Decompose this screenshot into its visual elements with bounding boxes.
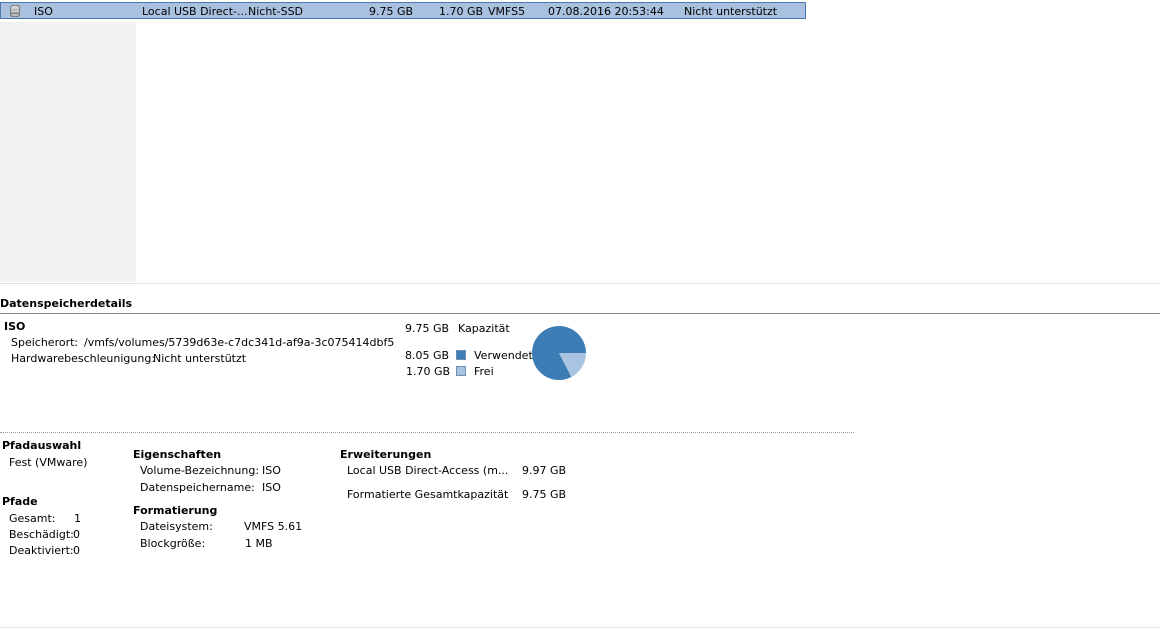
row-type: VMFS5 xyxy=(488,5,526,18)
paths-disabled-label: Deaktiviert: xyxy=(9,544,74,557)
extent-total-value: 9.75 GB xyxy=(522,488,567,501)
blocksize-value: 1 MB xyxy=(245,537,273,550)
datastore-icon xyxy=(10,5,20,17)
legend-used-swatch xyxy=(456,350,466,360)
row-name: ISO xyxy=(34,5,53,18)
capacity-pie-chart xyxy=(532,326,586,380)
row-device: Local USB Direct-... xyxy=(142,5,248,18)
capacity-total-value: 9.75 GB xyxy=(405,322,450,335)
legend-free-swatch xyxy=(456,366,466,376)
paths-title: Pfade xyxy=(2,495,38,508)
paths-broken-label: Beschädigt: xyxy=(9,528,74,541)
capacity-used-value: 8.05 GB xyxy=(405,349,450,362)
datastore-row[interactable]: ISO Local USB Direct-... Nicht-SSD 9.75 … xyxy=(0,2,806,19)
ds-name-value: ISO xyxy=(262,481,281,494)
capacity-used-label: Verwendet xyxy=(474,349,533,362)
properties-title: Eigenschaften xyxy=(133,448,222,461)
details-title: Datenspeicherdetails xyxy=(0,297,133,310)
section-separator xyxy=(0,432,854,433)
path-selection-value: Fest (VMware) xyxy=(9,456,88,469)
capacity-free-value: 1.70 GB xyxy=(406,365,451,378)
details-divider xyxy=(0,313,1160,314)
row-drive-type: Nicht-SSD xyxy=(248,5,304,18)
location-value: /vmfs/volumes/5739d63e-c7dc341d-af9a-3c0… xyxy=(84,336,395,349)
datastore-name: ISO xyxy=(4,320,26,333)
filesystem-value: VMFS 5.61 xyxy=(244,520,303,533)
volume-value: ISO xyxy=(262,464,281,477)
hw-accel-value: Nicht unterstützt xyxy=(153,352,247,365)
ds-name-label: Datenspeichername: xyxy=(140,481,255,494)
capacity-free-label: Frei xyxy=(474,365,494,378)
row-capacity: 9.75 GB xyxy=(369,5,414,18)
left-pane xyxy=(0,22,136,282)
extent-item-label[interactable]: Local USB Direct-Access (m... xyxy=(347,464,508,477)
capacity-total-label: Kapazität xyxy=(458,322,510,335)
extent-total-label: Formatierte Gesamtkapazität xyxy=(347,488,509,501)
paths-total-value: 1 xyxy=(74,512,81,525)
volume-label: Volume-Bezeichnung: xyxy=(140,464,260,477)
hw-accel-label: Hardwarebeschleunigung: xyxy=(11,352,156,365)
path-selection-title: Pfadauswahl xyxy=(2,439,82,452)
formatting-title: Formatierung xyxy=(133,504,218,517)
extents-title: Erweiterungen xyxy=(340,448,432,461)
divider xyxy=(0,283,1160,284)
paths-broken-value: 0 xyxy=(73,528,80,541)
blocksize-label: Blockgröße: xyxy=(140,537,206,550)
bottom-divider xyxy=(0,627,1160,628)
row-hw-accel: Nicht unterstützt xyxy=(684,5,778,18)
row-free: 1.70 GB xyxy=(439,5,484,18)
extent-item-value: 9.97 GB xyxy=(522,464,567,477)
filesystem-label: Dateisystem: xyxy=(140,520,213,533)
location-label: Speicherort: xyxy=(11,336,79,349)
paths-disabled-value: 0 xyxy=(73,544,80,557)
row-last-update: 07.08.2016 20:53:44 xyxy=(548,5,664,18)
paths-total-label: Gesamt: xyxy=(9,512,56,525)
